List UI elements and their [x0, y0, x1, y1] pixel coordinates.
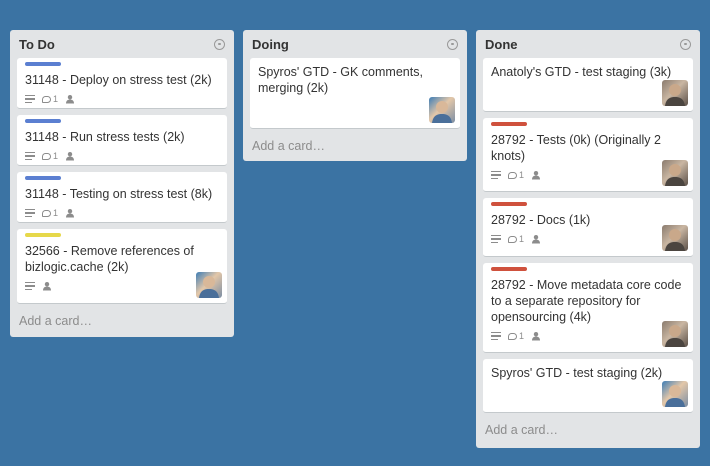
card[interactable]: 28792 - Docs (1k) 1	[483, 198, 693, 257]
member-icon	[65, 208, 75, 218]
list-header: Doing	[250, 30, 460, 58]
label-blue	[25, 119, 61, 123]
comment-badge: 1	[42, 151, 58, 161]
avatar[interactable]	[662, 160, 688, 186]
comment-count: 1	[53, 208, 59, 218]
card[interactable]: 31148 - Testing on stress test (8k) 1	[17, 172, 227, 223]
card-title: Spyros' GTD - GK comments, merging (2k)	[258, 65, 423, 95]
board: To Do 31148 - Deploy on stress test (2k)…	[0, 0, 710, 466]
avatar[interactable]	[196, 272, 222, 298]
label-red	[491, 202, 527, 206]
card-title: 28792 - Tests (0k) (Originally 2 knots)	[491, 133, 661, 163]
comment-count: 1	[519, 331, 525, 341]
add-card-link[interactable]: Add a card…	[250, 135, 460, 163]
avatar[interactable]	[429, 97, 455, 123]
card[interactable]: Spyros' GTD - GK comments, merging (2k)	[250, 58, 460, 129]
comment-icon	[42, 95, 51, 103]
member-icon	[65, 94, 75, 104]
comment-badge: 1	[42, 208, 58, 218]
card-title: 32566 - Remove references of bizlogic.ca…	[25, 244, 194, 274]
comment-badge: 1	[508, 234, 524, 244]
description-icon	[491, 171, 501, 179]
label-blue	[25, 62, 61, 66]
card-badges: 1	[25, 150, 219, 162]
list-title[interactable]: To Do	[19, 37, 55, 52]
avatar[interactable]	[662, 381, 688, 407]
card[interactable]: 28792 - Tests (0k) (Originally 2 knots) …	[483, 118, 693, 192]
card[interactable]: Spyros' GTD - test staging (2k)	[483, 359, 693, 413]
description-icon	[25, 95, 35, 103]
list-menu-icon[interactable]	[680, 38, 691, 50]
avatar[interactable]	[662, 80, 688, 106]
avatar[interactable]	[662, 321, 688, 347]
member-icon	[531, 170, 541, 180]
card-title: Anatoly's GTD - test staging (3k)	[491, 65, 672, 79]
comment-badge: 1	[42, 94, 58, 104]
list-done: Done Anatoly's GTD - test staging (3k) 2…	[476, 30, 700, 448]
card[interactable]: 28792 - Move metadata core code to a sep…	[483, 263, 693, 353]
list-menu-icon[interactable]	[214, 38, 225, 50]
description-icon	[25, 152, 35, 160]
comment-badge: 1	[508, 331, 524, 341]
card-title: Spyros' GTD - test staging (2k)	[491, 366, 663, 380]
comment-icon	[42, 209, 51, 217]
avatar[interactable]	[662, 225, 688, 251]
list-to-do: To Do 31148 - Deploy on stress test (2k)…	[10, 30, 234, 337]
card-badges: 1	[491, 169, 685, 181]
card-badges	[25, 280, 219, 292]
comment-count: 1	[519, 170, 525, 180]
comment-icon	[508, 332, 517, 340]
comment-count: 1	[53, 94, 59, 104]
add-card-link[interactable]: Add a card…	[17, 310, 227, 338]
member-icon	[65, 151, 75, 161]
comment-count: 1	[53, 151, 59, 161]
label-red	[491, 122, 527, 126]
card[interactable]: 32566 - Remove references of bizlogic.ca…	[17, 229, 227, 304]
card-title: 28792 - Move metadata core code to a sep…	[491, 278, 682, 324]
description-icon	[491, 235, 501, 243]
list-doing: Doing Spyros' GTD - GK comments, merging…	[243, 30, 467, 161]
card-title: 28792 - Docs (1k)	[491, 213, 591, 227]
label-yellow	[25, 233, 61, 237]
card-badges: 1	[491, 233, 685, 245]
comment-icon	[508, 171, 517, 179]
list-header: Done	[483, 30, 693, 58]
member-icon	[42, 281, 52, 291]
card-badges: 1	[491, 330, 685, 342]
card-badges: 1	[25, 93, 219, 105]
comment-icon	[42, 152, 51, 160]
list-title[interactable]: Done	[485, 37, 518, 52]
comment-count: 1	[519, 234, 525, 244]
card-title: 31148 - Deploy on stress test (2k)	[25, 73, 212, 87]
card[interactable]: 31148 - Deploy on stress test (2k) 1	[17, 58, 227, 109]
description-icon	[25, 282, 35, 290]
list-header: To Do	[17, 30, 227, 58]
card[interactable]: 31148 - Run stress tests (2k) 1	[17, 115, 227, 166]
comment-icon	[508, 235, 517, 243]
card-title: 31148 - Testing on stress test (8k)	[25, 187, 213, 201]
label-blue	[25, 176, 61, 180]
member-icon	[531, 331, 541, 341]
card-title: 31148 - Run stress tests (2k)	[25, 130, 185, 144]
card-badges: 1	[25, 207, 219, 219]
description-icon	[25, 209, 35, 217]
label-red	[491, 267, 527, 271]
list-menu-icon[interactable]	[447, 38, 458, 50]
description-icon	[491, 332, 501, 340]
member-icon	[531, 234, 541, 244]
list-title[interactable]: Doing	[252, 37, 289, 52]
comment-badge: 1	[508, 170, 524, 180]
add-card-link[interactable]: Add a card…	[483, 419, 693, 447]
card[interactable]: Anatoly's GTD - test staging (3k)	[483, 58, 693, 112]
